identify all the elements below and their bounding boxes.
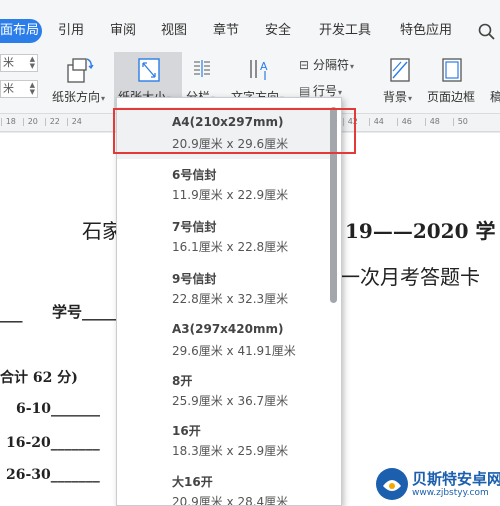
doc-title-right: 19——2020 学 xyxy=(345,219,496,243)
paper-dimensions: 16.1厘米 x 22.8厘米 xyxy=(172,240,289,254)
paper-size-option[interactable]: 16开 18.3厘米 x 25.9厘米 xyxy=(117,414,331,466)
paper-dimensions: 18.3厘米 x 25.9厘米 xyxy=(172,444,289,458)
margin-bottom-spinner[interactable]: 米 ▲ ▼ xyxy=(0,80,38,98)
paper-dimensions: 29.6厘米 x 41.91厘米 xyxy=(172,344,296,358)
paper-name: 6号信封 xyxy=(172,168,217,182)
ruler-tick: 24 xyxy=(66,117,82,126)
paper-size-option[interactable]: 7号信封 16.1厘米 x 22.8厘米 xyxy=(117,210,331,262)
page-border-icon xyxy=(442,58,462,82)
ruler-tick: 46 xyxy=(396,117,412,126)
columns-icon xyxy=(194,60,210,77)
watermark-logo-icon xyxy=(376,468,408,500)
ruler-tick: 48 xyxy=(424,117,440,126)
page-border-label: 页面边框 xyxy=(427,90,476,104)
paper-dimensions: 25.9厘米 x 36.7厘米 xyxy=(172,394,289,408)
watermark-name: 贝斯特安卓网 xyxy=(412,470,500,488)
spin-arrows-icon[interactable]: ▲ ▼ xyxy=(30,82,35,96)
background-icon xyxy=(390,58,410,82)
paper-name: 16开 xyxy=(172,424,201,438)
paper-name: 8开 xyxy=(172,374,193,388)
title-strip xyxy=(0,0,500,11)
paper-direction-label: 纸张方向 xyxy=(52,90,101,104)
ruler-tick: 20 xyxy=(22,117,38,126)
paper-size-option[interactable]: A3(297x420mm) 29.6厘米 x 41.91厘米 xyxy=(117,314,331,366)
tab-chapter[interactable]: 章节 xyxy=(213,19,239,43)
paper-direction-button[interactable]: 纸张方向▾ xyxy=(52,56,105,105)
tab-review[interactable]: 审阅 xyxy=(110,19,136,43)
text-direction-icon: A xyxy=(250,60,268,80)
paper-name: 9号信封 xyxy=(172,272,217,286)
paper-size-option[interactable]: 大16开 20.9厘米 x 28.4厘米 xyxy=(117,465,331,506)
ruler-tick: 50 xyxy=(452,117,468,126)
ruler-tick: 22 xyxy=(44,117,60,126)
search-icon[interactable] xyxy=(477,22,497,42)
tab-view[interactable]: 视图 xyxy=(161,19,187,43)
margin-top-spinner[interactable]: 米 ▲ ▼ xyxy=(0,54,38,72)
paper-name: A3(297x420mm) xyxy=(172,322,284,336)
answer-row: 16-20_______ xyxy=(6,435,100,451)
paper-dimensions: 20.9厘米 x 28.4厘米 xyxy=(172,495,289,506)
paper-size-dropdown: A4(210x297mm) 20.9厘米 x 29.6厘米 6号信封 11.9厘… xyxy=(116,97,342,506)
section-heading: 合计 62 分) xyxy=(0,370,78,386)
tab-special-apps[interactable]: 特色应用 xyxy=(400,19,452,43)
manuscript-label: 稿 xyxy=(490,90,500,104)
doc-subtitle: 一次月考答题卡 xyxy=(340,265,480,289)
paper-orientation-icon xyxy=(67,58,94,83)
tab-references[interactable]: 引用 xyxy=(58,19,84,43)
paper-dimensions: 22.8厘米 x 32.3厘米 xyxy=(172,292,289,306)
paper-size-option[interactable]: 8开 25.9厘米 x 36.7厘米 xyxy=(117,364,331,416)
background-label: 背景 xyxy=(383,90,408,104)
paper-size-option[interactable]: 6号信封 11.9厘米 x 22.9厘米 xyxy=(117,158,331,210)
manuscript-button-partial[interactable]: 稿 xyxy=(490,88,500,105)
name-blank-line: ___ xyxy=(0,305,23,323)
highlight-annotation-box xyxy=(113,108,356,154)
tab-developer-tools[interactable]: 开发工具 xyxy=(319,19,371,43)
tab-security[interactable]: 安全 xyxy=(265,19,291,43)
answer-row: 26-30_______ xyxy=(6,467,100,483)
line-number-label: 行号 xyxy=(313,84,338,98)
paper-dimensions: 11.9厘米 x 22.9厘米 xyxy=(172,188,289,202)
watermark-url: www.zjbstyy.com xyxy=(412,488,489,498)
tab-page-layout[interactable]: 面布局 xyxy=(0,19,42,43)
ruler-tick: 18 xyxy=(0,117,16,126)
paper-name: 7号信封 xyxy=(172,220,217,234)
paper-size-icon xyxy=(138,58,160,82)
background-button[interactable]: 背景▾ xyxy=(383,56,415,105)
ruler-tick: 44 xyxy=(368,117,384,126)
answer-row: 6-10_______ xyxy=(16,401,101,417)
line-number-icon: ▤ xyxy=(299,84,311,98)
menu-tab-bar: 面布局 引用 审阅 视图 章节 安全 开发工具 特色应用 xyxy=(0,0,500,46)
site-watermark: 贝斯特安卓网 www.zjbstyy.com xyxy=(372,464,500,504)
svg-text:A: A xyxy=(260,60,268,73)
spin-unit: 米 xyxy=(3,82,14,95)
paper-size-option[interactable]: 9号信封 22.8厘米 x 32.3厘米 xyxy=(117,262,331,314)
separator-button[interactable]: ⊟ 分隔符▾ xyxy=(299,56,354,73)
page-border-button[interactable]: 页面边框 xyxy=(427,56,475,105)
spin-unit: 米 xyxy=(3,56,14,69)
separator-label: 分隔符 xyxy=(313,58,350,72)
separator-icon: ⊟ xyxy=(299,58,310,72)
spin-arrows-icon[interactable]: ▲ ▼ xyxy=(30,56,35,70)
paper-name: 大16开 xyxy=(172,475,213,489)
